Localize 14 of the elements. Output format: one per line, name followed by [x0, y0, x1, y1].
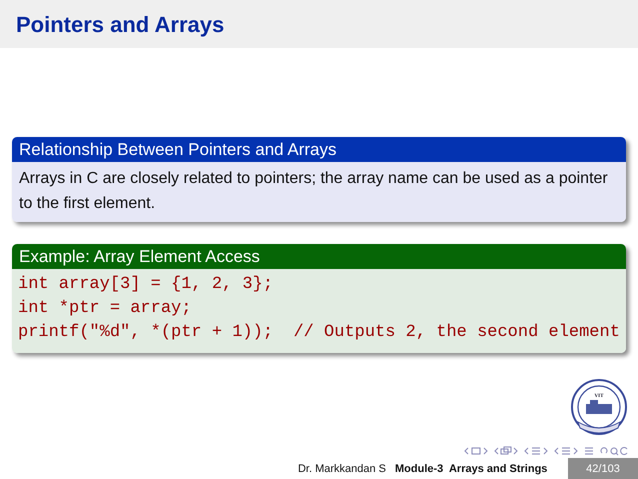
lecture-title: Module-3 Arrays and Strings [395, 462, 548, 474]
block-title: Relationship Between Pointers and Arrays [12, 137, 626, 162]
block-text: Arrays in C are closely related to pointers; the array name can be used as a pointer to the first element. [19, 169, 609, 214]
author-name: Dr. Markkandan S [298, 462, 386, 474]
code-listing: int array[3] = {1, 2, 3}; int *ptr = array; printf("%d", *(ptr + 1)); // Outputs 2, the second element [12, 269, 626, 353]
subsection-navigation-icon[interactable] [524, 446, 548, 456]
frame-title: Pointers and Arrays [16, 12, 224, 38]
search-back-icon[interactable] [600, 446, 630, 456]
page-navigation-icon[interactable] [494, 446, 518, 456]
block-title: Example: Array Element Access [12, 244, 626, 269]
page-number: 42/103 [568, 458, 638, 479]
section-navigation-icon[interactable] [554, 446, 578, 456]
align-icon[interactable] [584, 446, 594, 456]
frame-navigation-icon[interactable] [464, 446, 488, 456]
